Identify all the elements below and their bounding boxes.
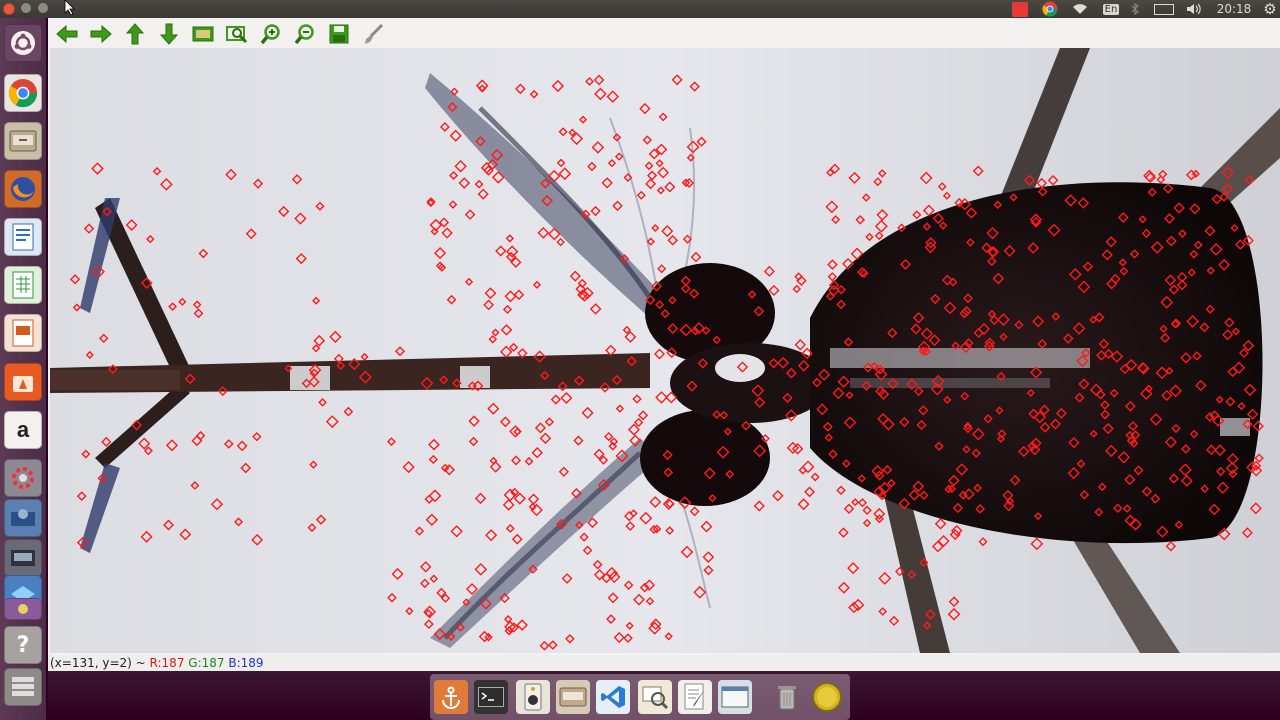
file-manager-icon[interactable]	[556, 680, 590, 714]
battery-icon[interactable]	[1152, 1, 1176, 17]
chrome-icon[interactable]	[4, 74, 42, 112]
app-icon-2[interactable]	[4, 539, 42, 577]
clock[interactable]: 20:18	[1212, 1, 1256, 17]
window-minimize-button[interactable]	[21, 3, 31, 13]
zoom-out-icon[interactable]	[293, 22, 317, 46]
anchor-icon[interactable]	[434, 680, 468, 714]
status-green-value: G:187	[188, 656, 225, 670]
session-gear-icon[interactable]: ⚙	[1260, 0, 1280, 18]
arrow-up-icon[interactable]	[123, 22, 147, 46]
arrow-left-icon[interactable]	[55, 22, 79, 46]
keyboard-layout-indicator[interactable]: En	[1101, 1, 1121, 17]
software-center-icon[interactable]	[4, 363, 42, 401]
keyboard-layout-label: En	[1102, 3, 1120, 15]
toolbar	[48, 18, 1280, 48]
window-maximize-button[interactable]	[38, 3, 48, 13]
status-red-value: R:187	[149, 656, 185, 670]
image-icon[interactable]	[191, 22, 215, 46]
firefox-icon[interactable]	[4, 170, 42, 208]
status-bar: (x=131, y=2) ~ R:187 G:187 B:189	[48, 655, 1280, 671]
wifi-icon[interactable]	[1070, 1, 1090, 17]
app-icon-1[interactable]	[4, 499, 42, 537]
image-canvas[interactable]	[50, 48, 1280, 653]
window-icon[interactable]	[718, 680, 752, 714]
arrow-down-icon[interactable]	[157, 22, 181, 46]
window-close-button[interactable]	[3, 3, 15, 15]
zoom-in-icon[interactable]	[259, 22, 283, 46]
volume-icon[interactable]	[1184, 1, 1204, 17]
workspaces-icon[interactable]	[4, 668, 42, 706]
calc-icon[interactable]	[4, 266, 42, 304]
amazon-glyph: a	[16, 417, 30, 442]
arrow-right-icon[interactable]	[89, 22, 113, 46]
trash-icon[interactable]	[770, 680, 804, 714]
chrome-tray-icon[interactable]	[1041, 1, 1059, 17]
files-icon[interactable]	[4, 122, 42, 160]
mouse-cursor-icon	[64, 0, 75, 16]
settings-icon[interactable]	[4, 459, 42, 497]
record-indicator-icon[interactable]	[1011, 1, 1029, 17]
terminal-icon[interactable]	[474, 680, 508, 714]
status-coords: (x=131, y=2) ~	[50, 656, 150, 670]
impress-icon[interactable]	[4, 314, 42, 352]
text-editor-icon[interactable]	[678, 680, 712, 714]
brush-icon[interactable]	[361, 22, 385, 46]
bluetooth-icon[interactable]	[1128, 1, 1142, 17]
top-panel: En 20:18 ⚙	[0, 0, 1280, 18]
status-blue-value: B:189	[228, 656, 264, 670]
help-icon[interactable]: ?	[4, 626, 42, 664]
dock	[430, 674, 850, 720]
writer-icon[interactable]	[4, 218, 42, 256]
app-icon-4[interactable]	[4, 598, 42, 620]
zoom-fit-icon[interactable]	[225, 22, 249, 46]
speaker-icon[interactable]	[516, 680, 550, 714]
disc-icon[interactable]	[810, 680, 844, 714]
image-viewer-window: (x=131, y=2) ~ R:187 G:187 B:189	[48, 18, 1280, 671]
mosquito-image	[50, 48, 1280, 653]
launcher: a ?	[0, 18, 46, 720]
vscode-icon[interactable]	[596, 680, 630, 714]
ubuntu-logo-icon[interactable]	[4, 24, 42, 62]
save-icon[interactable]	[327, 22, 351, 46]
image-viewer-icon[interactable]	[638, 680, 672, 714]
amazon-icon[interactable]: a	[4, 411, 42, 449]
